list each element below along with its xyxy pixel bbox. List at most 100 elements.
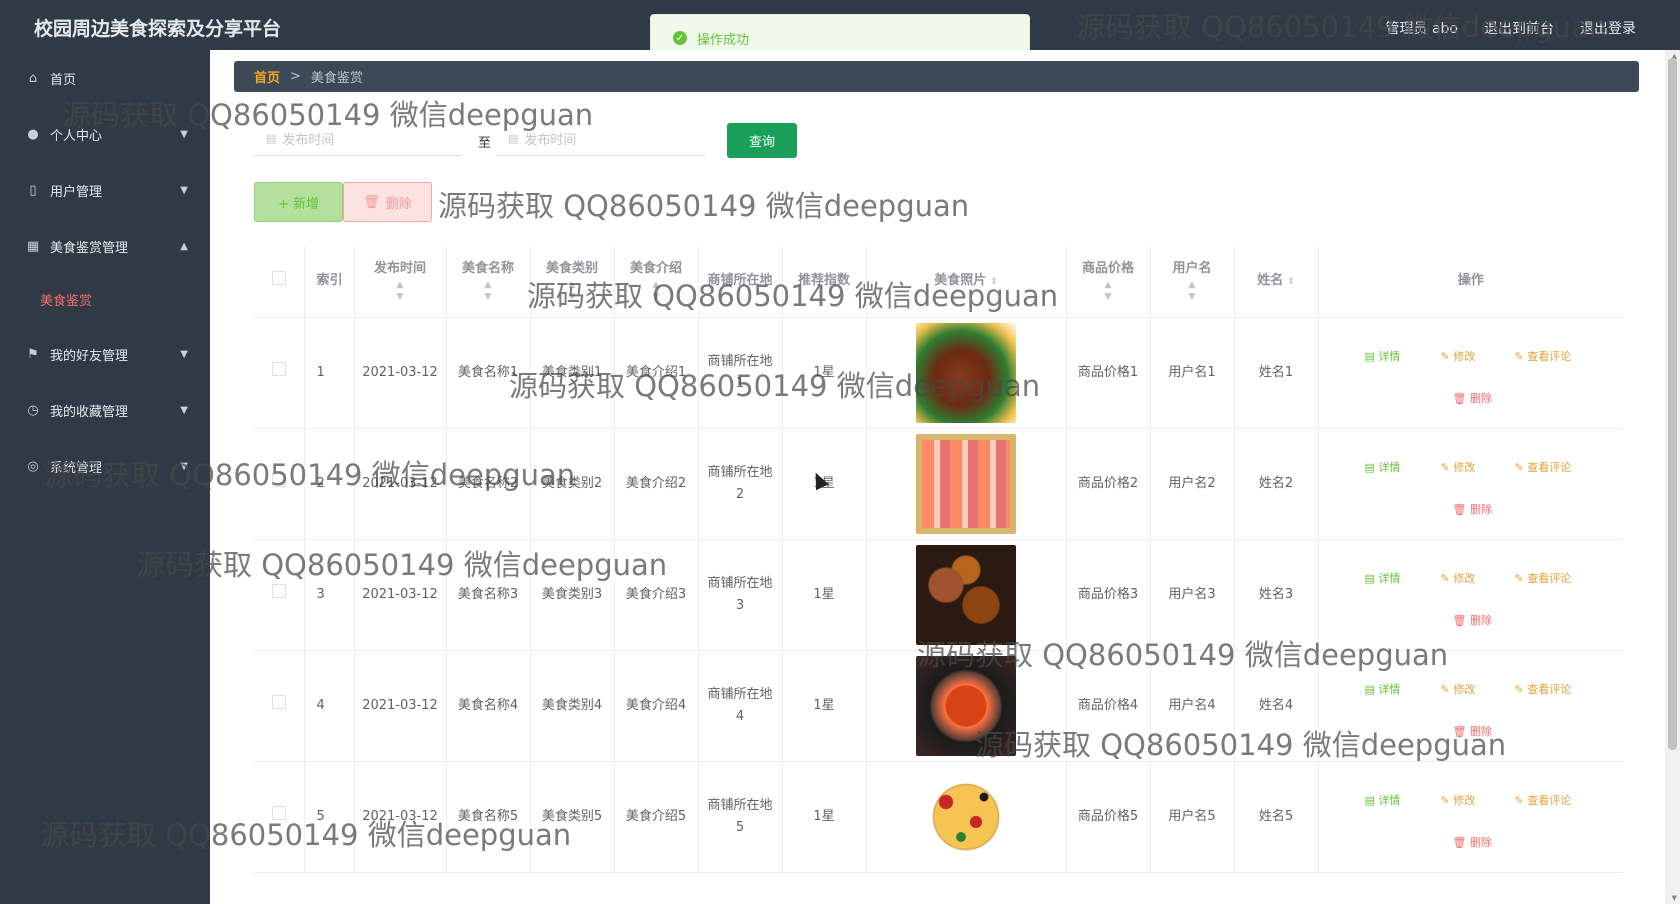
row-delete-button[interactable]: 🗑 删除 bbox=[1453, 832, 1492, 854]
table-row[interactable]: 5 2021-03-12 美食名称5 美食类别5 美食介绍5 商铺所在地5 1星 商品价格5 用… bbox=[254, 761, 1623, 873]
cell-publish-time: 2021-03-12 bbox=[354, 650, 447, 762]
header-price[interactable]: 商品价格 ▲ ▼ bbox=[1066, 246, 1151, 318]
food-photo[interactable] bbox=[916, 433, 1016, 534]
compass-icon: ◎ bbox=[27, 458, 39, 474]
breadcrumb-home[interactable]: 首页 bbox=[254, 67, 280, 86]
edit-icon: ✎ bbox=[1440, 349, 1454, 363]
header-label: 姓名 bbox=[1257, 272, 1284, 288]
row-checkbox[interactable] bbox=[271, 361, 286, 376]
detail-button[interactable]: ▤ 详情 bbox=[1365, 679, 1401, 701]
scrollbar-thumb[interactable] bbox=[1668, 58, 1677, 750]
sort-icon[interactable]: ▲ ▼ bbox=[537, 279, 608, 303]
sort-icon[interactable]: ▲ ▼ bbox=[621, 279, 692, 303]
table-row[interactable]: 4 2021-03-12 美食名称4 美食类别4 美食介绍4 商铺所在地4 1星 商品价格4 用… bbox=[254, 650, 1623, 762]
row-checkbox[interactable] bbox=[271, 583, 286, 598]
cell-index: 3 bbox=[304, 539, 355, 651]
sidebar-item-system-management[interactable]: ◎ 系统管理 ▼ bbox=[0, 438, 210, 494]
add-button[interactable]: + 新增 bbox=[254, 182, 343, 222]
edit-button[interactable]: ✎ 修改 bbox=[1441, 568, 1476, 590]
view-comments-button[interactable]: ✎ 查看评论 bbox=[1515, 679, 1572, 701]
cell-shop-location: 商铺所在地2 bbox=[698, 428, 783, 540]
clock-icon: ◷ bbox=[27, 402, 39, 418]
query-button[interactable]: 查询 bbox=[727, 123, 797, 158]
row-operations: ▤ 详情 ✎ 修改 ✎ 查看评论 🗑 删除 bbox=[1325, 429, 1618, 539]
header-name[interactable]: 姓名 ⇕ bbox=[1234, 246, 1319, 318]
table-row[interactable]: 1 2021-03-12 美食名称1 美食类别1 美食介绍1 商铺所在地1 1星 商品价格1 用… bbox=[254, 317, 1623, 429]
sidebar-item-user-management[interactable]: ▯ 用户管理 ▼ bbox=[0, 162, 210, 218]
header-food-photo[interactable]: 美食照片 ⇕ bbox=[866, 246, 1067, 318]
food-photo[interactable] bbox=[916, 766, 1016, 867]
cell-username: 用户名1 bbox=[1150, 317, 1235, 429]
date-end-placeholder: 发布时间 bbox=[524, 133, 577, 148]
row-delete-label: 删除 bbox=[1469, 724, 1492, 738]
header-food-category[interactable]: 美食类别 ▲ ▼ bbox=[530, 246, 615, 318]
date-start-placeholder: 发布时间 bbox=[282, 133, 335, 148]
row-delete-button[interactable]: 🗑 删除 bbox=[1453, 610, 1492, 632]
edit-icon: ✎ bbox=[1440, 571, 1454, 585]
header-shop-location[interactable]: 商铺所在地 bbox=[698, 246, 783, 318]
sidebar-item-personal-center[interactable]: ● 个人中心 ▼ bbox=[0, 106, 210, 162]
date-start-input[interactable]: ▤ 发布时间 bbox=[254, 122, 461, 156]
edit-button[interactable]: ✎ 修改 bbox=[1441, 790, 1476, 812]
row-operations: ▤ 详情 ✎ 修改 ✎ 查看评论 🗑 删除 bbox=[1325, 651, 1618, 761]
main-content: 首页 > 美食鉴赏 ▤ 发布时间 至 ▤ 发布时间 查询 + 新增 🗑 删除 索… bbox=[210, 50, 1665, 904]
cell-shop-location: 商铺所在地1 bbox=[698, 317, 783, 429]
row-delete-button[interactable]: 🗑 删除 bbox=[1453, 721, 1492, 743]
row-checkbox[interactable] bbox=[271, 472, 286, 487]
row-checkbox[interactable] bbox=[271, 805, 286, 820]
table-row[interactable]: 2 2021-03-12 美食名称2 美食类别2 美食介绍2 商铺所在地2 1星 商品价格2 用… bbox=[254, 428, 1623, 540]
detail-button[interactable]: ▤ 详情 bbox=[1365, 457, 1401, 479]
detail-label: 详情 bbox=[1378, 682, 1401, 696]
detail-button[interactable]: ▤ 详情 bbox=[1365, 790, 1401, 812]
detail-button[interactable]: ▤ 详情 bbox=[1365, 568, 1401, 590]
edit-button[interactable]: ✎ 修改 bbox=[1441, 346, 1476, 368]
table-header-row: 索引 发布时间 ▲ ▼ 美食名称 ▲ ▼ 美食类别 ▲ ▼ 美食介绍 ▲ ▼ 商铺所在地 推荐指… bbox=[254, 246, 1623, 318]
cell-name: 姓名1 bbox=[1234, 317, 1319, 429]
date-end-input[interactable]: ▤ 发布时间 bbox=[496, 122, 705, 156]
sort-icon[interactable]: ▲ ▼ bbox=[1073, 279, 1144, 303]
detail-label: 详情 bbox=[1378, 349, 1401, 363]
sidebar-item-label: 个人中心 bbox=[50, 128, 103, 144]
cell-name: 姓名5 bbox=[1234, 761, 1319, 873]
view-comments-button[interactable]: ✎ 查看评论 bbox=[1515, 457, 1572, 479]
header-publish-time[interactable]: 发布时间 ▲ ▼ bbox=[354, 246, 447, 318]
exit-backend-link[interactable]: 退出到前台 bbox=[1484, 18, 1554, 38]
food-photo[interactable] bbox=[916, 655, 1016, 756]
sort-icon[interactable]: ⇕ bbox=[1287, 277, 1295, 287]
row-checkbox[interactable] bbox=[271, 694, 286, 709]
view-comments-button[interactable]: ✎ 查看评论 bbox=[1515, 790, 1572, 812]
detail-button[interactable]: ▤ 详情 bbox=[1365, 346, 1401, 368]
sort-icon[interactable]: ▲ ▼ bbox=[1157, 279, 1228, 303]
table-row[interactable]: 3 2021-03-12 美食名称3 美食类别3 美食介绍3 商铺所在地3 1星 商品价格3 用… bbox=[254, 539, 1623, 651]
logout-link[interactable]: 退出登录 bbox=[1580, 18, 1636, 38]
food-photo[interactable] bbox=[916, 322, 1016, 423]
cell-name: 姓名2 bbox=[1234, 428, 1319, 540]
delete-button[interactable]: 🗑 删除 bbox=[343, 182, 432, 222]
cell-food-photo bbox=[866, 317, 1067, 429]
sidebar-item-home[interactable]: ⌂ 首页 bbox=[0, 50, 210, 106]
cell-username: 用户名2 bbox=[1150, 428, 1235, 540]
sort-icon[interactable]: ▲ ▼ bbox=[453, 279, 524, 303]
sort-icon[interactable]: ▲ ▼ bbox=[361, 279, 440, 303]
sidebar-item-favorites-management[interactable]: ◷ 我的收藏管理 ▼ bbox=[0, 382, 210, 438]
header-recommend[interactable]: 推荐指数 bbox=[782, 246, 867, 318]
edit-button[interactable]: ✎ 修改 bbox=[1441, 679, 1476, 701]
header-food-intro[interactable]: 美食介绍 ▲ ▼ bbox=[614, 246, 699, 318]
food-photo[interactable] bbox=[916, 544, 1016, 645]
sort-icon[interactable]: ⇕ bbox=[990, 277, 998, 287]
header-username[interactable]: 用户名 ▲ ▼ bbox=[1150, 246, 1235, 318]
view-comments-button[interactable]: ✎ 查看评论 bbox=[1515, 568, 1572, 590]
sidebar-item-food-appreciation[interactable]: 美食鉴赏 bbox=[0, 271, 210, 327]
header-food-name[interactable]: 美食名称 ▲ ▼ bbox=[446, 246, 531, 318]
view-comments-button[interactable]: ✎ 查看评论 bbox=[1515, 346, 1572, 368]
cell-recommend: 1星 bbox=[782, 761, 867, 873]
row-delete-label: 删除 bbox=[1469, 391, 1492, 405]
cell-publish-time: 2021-03-12 bbox=[354, 761, 447, 873]
scroll-down-arrow-icon[interactable]: ▼ bbox=[1672, 894, 1677, 902]
sidebar-item-food-appreciation-management[interactable]: ▦ 美食鉴赏管理 ▲ bbox=[0, 218, 210, 274]
row-delete-button[interactable]: 🗑 删除 bbox=[1453, 499, 1492, 521]
edit-button[interactable]: ✎ 修改 bbox=[1441, 457, 1476, 479]
sidebar-item-friends-management[interactable]: ⚑ 我的好友管理 ▼ bbox=[0, 326, 210, 382]
row-delete-button[interactable]: 🗑 删除 bbox=[1453, 388, 1492, 410]
select-all-checkbox[interactable] bbox=[271, 270, 286, 285]
